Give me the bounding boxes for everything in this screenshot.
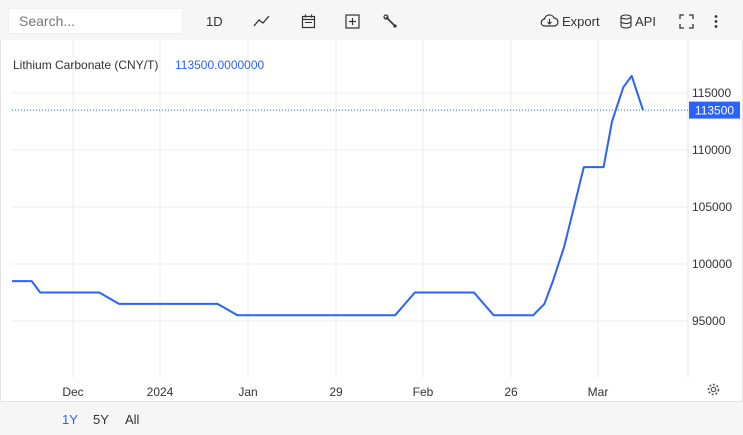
last-price-tag: 113500 (689, 101, 740, 119)
chart-grid (12, 40, 688, 378)
x-tick-label: 29 (329, 385, 343, 399)
x-axis-ticks: Dec 2024 Jan 29 Feb 26 Mar (62, 385, 608, 399)
x-tick-label: Jan (238, 385, 257, 399)
range-all[interactable]: All (125, 412, 139, 427)
price-chart[interactable]: 95000 100000 105000 110000 115000 Dec 2024 Jan… (0, 0, 743, 401)
y-tick-label: 110000 (692, 143, 731, 157)
x-tick-label: Mar (588, 385, 609, 399)
y-tick-label: 105000 (692, 200, 732, 214)
y-tick-label: 115000 (692, 86, 731, 100)
range-bar: 1Y 5Y All (0, 401, 743, 435)
price-line-series (12, 74, 644, 317)
range-1y[interactable]: 1Y (62, 412, 78, 427)
chart-settings-button[interactable] (706, 382, 721, 402)
y-axis-ticks: 95000 100000 105000 110000 115000 (692, 86, 732, 328)
gear-icon (707, 383, 720, 396)
x-tick-label: 2024 (147, 385, 174, 399)
legend-symbol: Lithium Carbonate (CNY/T) (13, 58, 158, 72)
range-5y[interactable]: 5Y (93, 412, 109, 427)
y-tick-label: 95000 (692, 314, 726, 328)
x-tick-label: 26 (504, 385, 518, 399)
last-price-label: 113500 (695, 104, 734, 118)
legend-value: 113500.0000000 (175, 58, 265, 72)
y-tick-label: 100000 (692, 257, 732, 271)
x-tick-label: Dec (62, 385, 83, 399)
x-tick-label: Feb (413, 385, 434, 399)
